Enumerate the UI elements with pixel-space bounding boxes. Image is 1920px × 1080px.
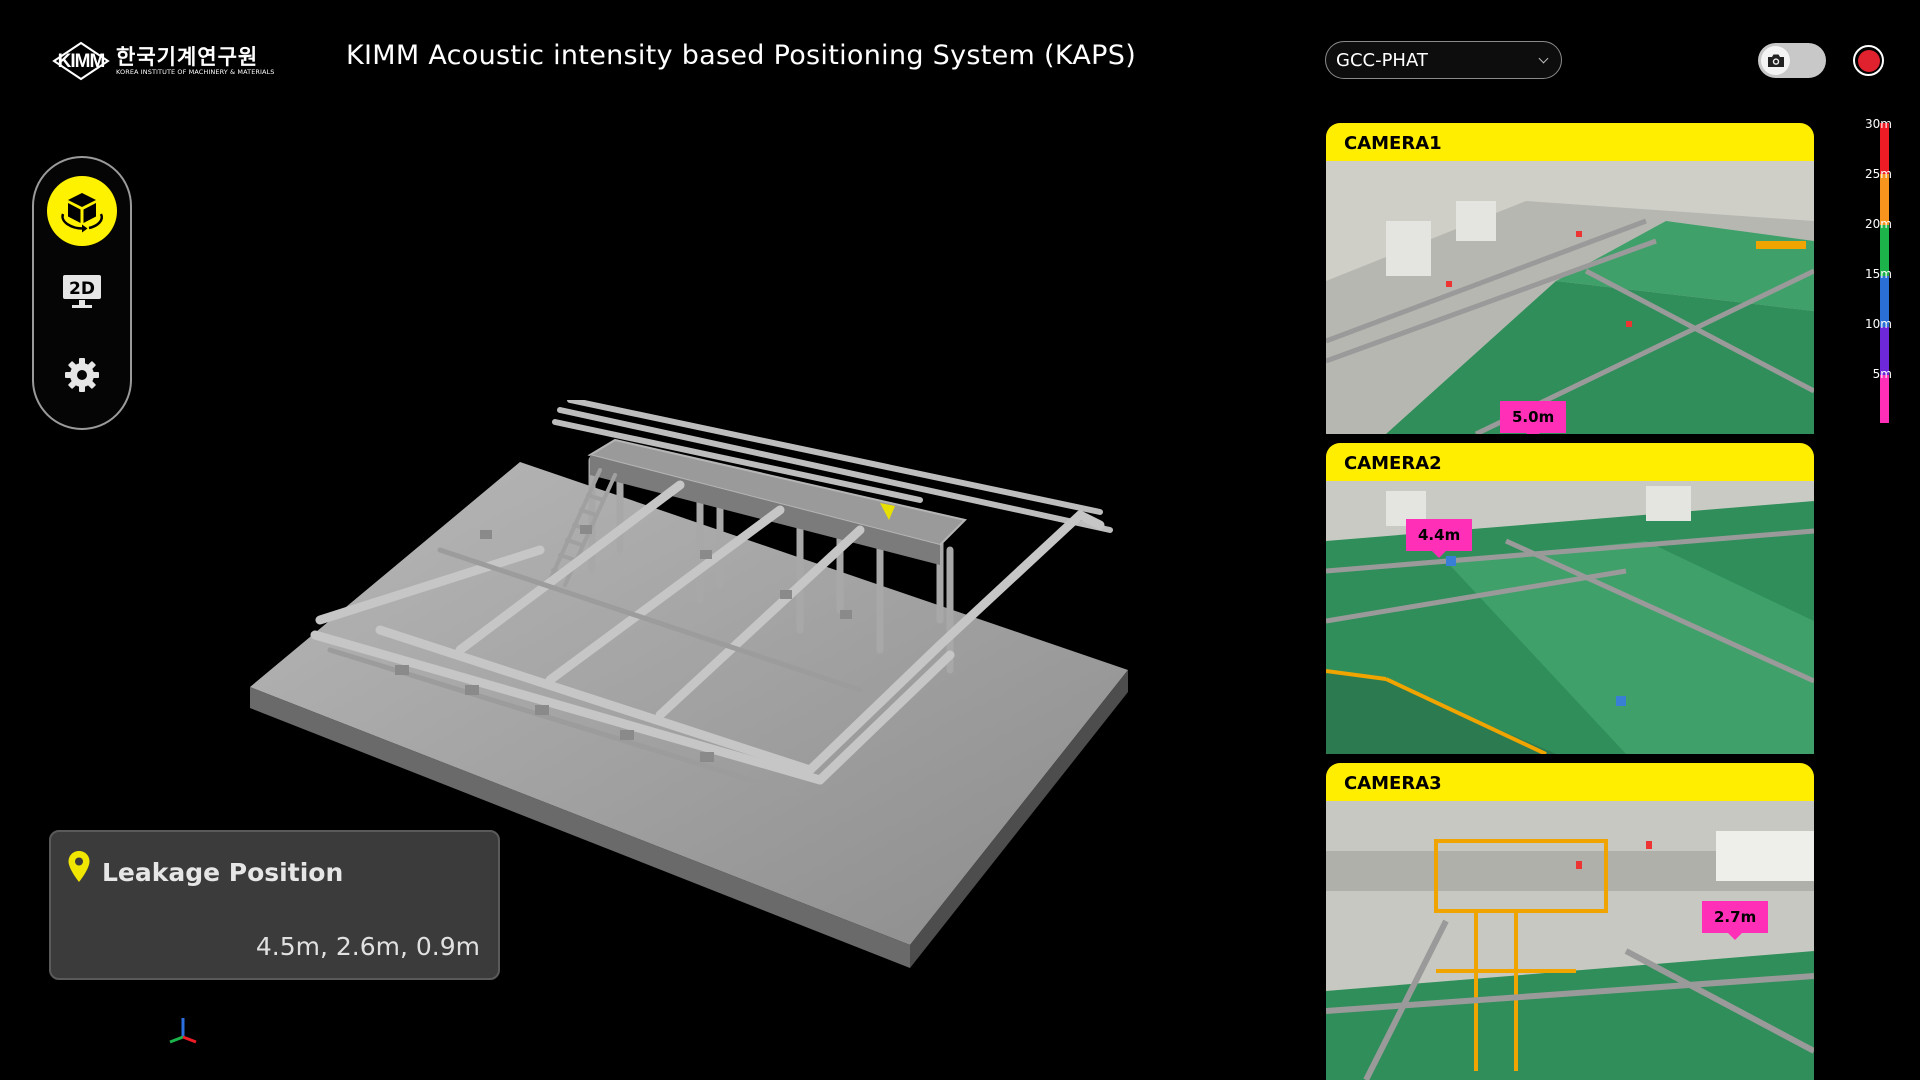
camera-1-feed[interactable]: 5.0m <box>1326 161 1814 434</box>
record-button[interactable] <box>1853 45 1884 76</box>
camera-1-label: CAMERA1 <box>1326 123 1814 161</box>
camera-2-distance-tag: 4.4m <box>1406 519 1473 558</box>
algorithm-select[interactable]: GCC-PHAT <box>1325 41 1562 79</box>
kimm-logo-mark: KIMM <box>50 41 112 81</box>
leakage-title: Leakage Position <box>102 858 344 887</box>
legend-label-20m: 20m <box>1865 217 1892 231</box>
camera-3-label: CAMERA3 <box>1326 763 1814 801</box>
nav-2d-view-button[interactable]: 2D <box>60 272 104 312</box>
app-title: KIMM Acoustic intensity based Positionin… <box>346 40 1137 71</box>
side-nav: 2D <box>32 156 132 430</box>
algorithm-select-value: GCC-PHAT <box>1336 49 1428 71</box>
legend-label-30m: 30m <box>1865 117 1892 131</box>
camera-2-label: CAMERA2 <box>1326 443 1814 481</box>
record-icon <box>1857 49 1880 72</box>
legend-label-5m: 5m <box>1872 367 1892 381</box>
leakage-coordinates: 4.5m, 2.6m, 0.9m <box>255 932 480 961</box>
camera-panel-3: CAMERA3 2.7m <box>1326 763 1814 1080</box>
nav-settings-button[interactable] <box>61 354 103 396</box>
camera-2-feed[interactable]: 4.4m <box>1326 481 1814 754</box>
kaps-app: KIMM 한국기계연구원 KOREA INSTITUTE OF MACHINER… <box>0 0 1920 1080</box>
nav-3d-view-button[interactable] <box>47 176 117 246</box>
location-pin-icon <box>68 851 90 882</box>
legend-label-15m: 15m <box>1865 267 1892 281</box>
logo-korean-text: 한국기계연구원 <box>116 44 259 69</box>
camera-icon <box>1767 54 1784 67</box>
logo-english-text: KOREA INSTITUTE OF MACHINERY & MATERIALS <box>116 67 275 76</box>
kimm-logo: KIMM 한국기계연구원 KOREA INSTITUTE OF MACHINER… <box>50 40 280 82</box>
gear-icon <box>65 358 99 392</box>
camera-panel-1: CAMERA1 5.0m <box>1326 123 1814 434</box>
camera-1-distance-tag: 5.0m <box>1500 401 1567 434</box>
chevron-down-icon <box>1538 53 1549 64</box>
leakage-position-card: Leakage Position 4.5m, 2.6m, 0.9m <box>49 830 500 980</box>
camera-panel-2: CAMERA2 4.4m <box>1326 443 1814 754</box>
camera-3-distance-tag: 2.7m <box>1702 901 1769 940</box>
axis-gizmo-icon <box>169 1018 197 1044</box>
camera-3-feed[interactable]: 2.7m <box>1326 801 1814 1080</box>
2d-icon-label: 2D <box>69 279 95 299</box>
legend-label-10m: 10m <box>1865 317 1892 331</box>
logo-mark-text: KIMM <box>57 51 106 72</box>
camera-toggle-knob <box>1761 46 1790 75</box>
legend-label-25m: 25m <box>1865 167 1892 181</box>
2d-monitor-icon: 2D <box>63 275 101 308</box>
cube-rotate-icon <box>61 193 103 233</box>
camera-toggle[interactable] <box>1758 43 1826 78</box>
